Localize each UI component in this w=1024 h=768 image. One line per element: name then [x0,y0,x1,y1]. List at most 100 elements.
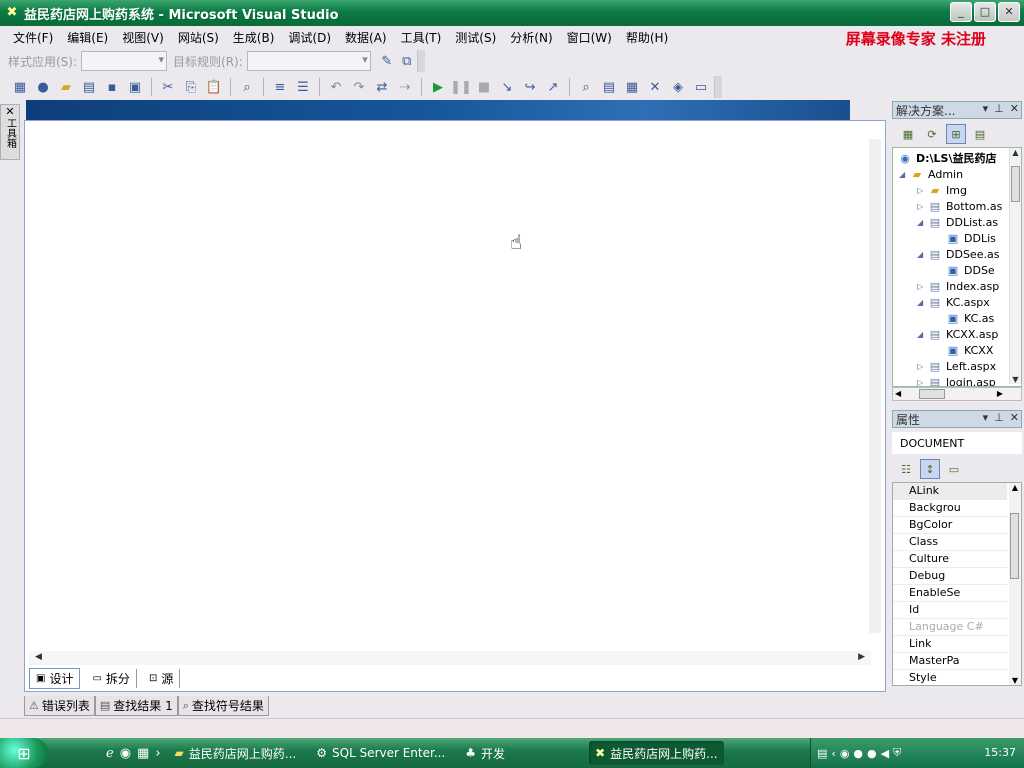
property-row[interactable]: Class [893,534,1007,551]
tree-node-kc[interactable]: ◢ ▤ KC.aspx [917,294,990,310]
scroll-left-icon[interactable]: ◀ [35,652,42,662]
tree-node-kcxx-cs[interactable]: ▣ KCXX [945,342,994,358]
menu-file[interactable]: 文件(F) [6,29,60,46]
tree-node-index[interactable]: ▷ ▤ Index.asp [917,278,999,294]
object-browser-icon[interactable]: ◈ [668,77,688,97]
property-row[interactable]: Link [893,636,1007,653]
menu-help[interactable]: 帮助(H) [619,29,675,46]
properties-vscrollbar[interactable]: ▲ ▼ [1009,483,1021,685]
new-project-icon[interactable]: ▦ [10,77,30,97]
property-row[interactable]: BgColor [893,517,1007,534]
vertical-scrollbar[interactable] [869,139,881,633]
property-row[interactable]: Culture [893,551,1007,568]
tab-find-results[interactable]: ▤ 查找结果 1 [94,696,178,716]
target-rule-dropdown[interactable] [246,51,371,71]
tree-node-kc-cs[interactable]: ▣ KC.as [945,310,994,326]
find-icon[interactable]: ⌕ [237,77,257,97]
tree-node-ddsee[interactable]: ◢ ▤ DDSee.as [917,246,999,262]
scroll-left-icon[interactable]: ◀ [895,389,901,398]
taskbar-item-explorer[interactable]: ▰ 益民药店网上购药... [169,741,303,765]
open-folder-icon[interactable]: ▰ [56,77,76,97]
toolbox-tab[interactable]: ✕ 工具箱 [0,104,20,160]
expand-triangle-icon[interactable]: ▷ [917,202,927,211]
property-row[interactable]: ALink [893,483,1007,500]
menu-view[interactable]: 视图(V) [115,29,171,46]
dropdown-arrow-icon[interactable]: ▾ [983,411,989,424]
scroll-up-icon[interactable]: ▲ [1010,148,1021,157]
step-into-icon[interactable]: ↘ [497,77,517,97]
properties-window-icon[interactable]: ▦ [622,77,642,97]
close-button[interactable]: ✕ [998,2,1020,22]
property-row[interactable]: Language C# [893,619,1007,636]
tree-node-ddsee-cs[interactable]: ▣ DDSe [945,262,995,278]
start-debug-icon[interactable]: ▶ [428,77,448,97]
keyboard-icon[interactable]: ▤ [817,747,827,760]
collapse-triangle-icon[interactable]: ◢ [899,170,909,179]
alphabetical-icon[interactable]: ↕ [920,459,940,479]
start-button[interactable]: ⊞ [0,738,48,768]
clock[interactable]: 15:37 [984,746,1016,759]
collapse-triangle-icon[interactable]: ◢ [917,330,927,339]
menu-data[interactable]: 数据(A) [338,29,394,46]
expand-triangle-icon[interactable]: ▷ [917,282,927,291]
volume-icon[interactable]: ◀ [881,747,889,760]
media-icon[interactable]: ◉ [120,746,131,761]
taskbar-item-sql-server[interactable]: ⚙ SQL Server Enter... [310,741,451,765]
maximize-button[interactable]: □ [974,2,996,22]
pause-icon[interactable]: ❚❚ [450,77,472,97]
tree-node-left[interactable]: ▷ ▤ Left.aspx [917,358,996,374]
redo-icon[interactable]: ↷ [349,77,369,97]
save-all-icon[interactable]: ▣ [125,77,145,97]
menu-website[interactable]: 网站(S) [171,29,226,46]
view-code-icon[interactable]: ▤ [970,124,990,144]
categorized-icon[interactable]: ☷ [896,459,916,479]
qq-icon[interactable]: ● [867,747,877,760]
scroll-down-icon[interactable]: ▼ [1009,676,1021,685]
design-surface[interactable] [29,143,875,651]
pin-icon[interactable]: ⊥ [994,102,1004,115]
indent-icon[interactable]: ≡ [270,77,290,97]
scroll-thumb[interactable] [919,389,945,399]
step-over-icon[interactable]: ↪ [520,77,540,97]
find-in-files-icon[interactable]: ⌕ [576,77,596,97]
apply-style-icon[interactable]: ✎ [377,51,397,71]
undo-icon[interactable]: ↶ [326,77,346,97]
copy-icon[interactable]: ⎘ [181,77,201,97]
expand-triangle-icon[interactable]: ▷ [917,362,927,371]
menu-debug[interactable]: 调试(D) [281,29,338,46]
outdent-icon[interactable]: ☰ [293,77,313,97]
property-row[interactable]: EnableSe [893,585,1007,602]
shield-icon[interactable]: ⛨ [893,746,901,760]
toolbox-icon[interactable]: ✕ [645,77,665,97]
scroll-up-icon[interactable]: ▲ [1009,483,1021,492]
property-row[interactable]: MasterPa [893,653,1007,670]
collapse-triangle-icon[interactable]: ◢ [917,218,927,227]
style-apply-dropdown[interactable] [81,51,168,71]
paste-icon[interactable]: 📋 [204,77,224,97]
tray-expand-icon[interactable]: ‹ [831,747,835,760]
minimize-button[interactable]: _ [950,2,972,22]
add-item-icon[interactable]: ▤ [79,77,99,97]
scroll-thumb[interactable] [1011,166,1020,202]
dropdown-arrow-icon[interactable]: ▾ [983,102,989,115]
tree-node-bottom[interactable]: ▷ ▤ Bottom.as [917,198,1002,214]
taskbar-item-dev[interactable]: ♣ 开发 [459,741,511,765]
property-row[interactable]: Debug [893,568,1007,585]
menu-window[interactable]: 窗口(W) [560,29,619,46]
tree-node-kcxx[interactable]: ◢ ▤ KCXX.asp [917,326,998,342]
solution-tree-vscrollbar[interactable]: ▲ ▼ [1009,148,1021,384]
properties-object-selector[interactable]: DOCUMENT [892,432,1022,454]
copy-style-icon[interactable]: ⧉ [397,51,417,71]
tab-design[interactable]: ▣ 设计 [29,667,81,689]
more-quick-launch-icon[interactable]: › [155,746,160,761]
step-out-icon[interactable]: ↗ [543,77,563,97]
tree-node-img[interactable]: ▷ ▰ Img [917,182,967,198]
solution-explorer-icon[interactable]: ▤ [599,77,619,97]
property-pages-icon[interactable]: ▭ [944,459,964,479]
save-icon[interactable]: ▪ [102,77,122,97]
qq-icon[interactable]: ● [853,747,863,760]
toolbar-grip[interactable] [714,76,722,98]
ie-icon[interactable]: ℯ [106,746,114,761]
expand-triangle-icon[interactable]: ▷ [917,378,927,387]
expand-triangle-icon[interactable]: ▷ [917,186,927,195]
